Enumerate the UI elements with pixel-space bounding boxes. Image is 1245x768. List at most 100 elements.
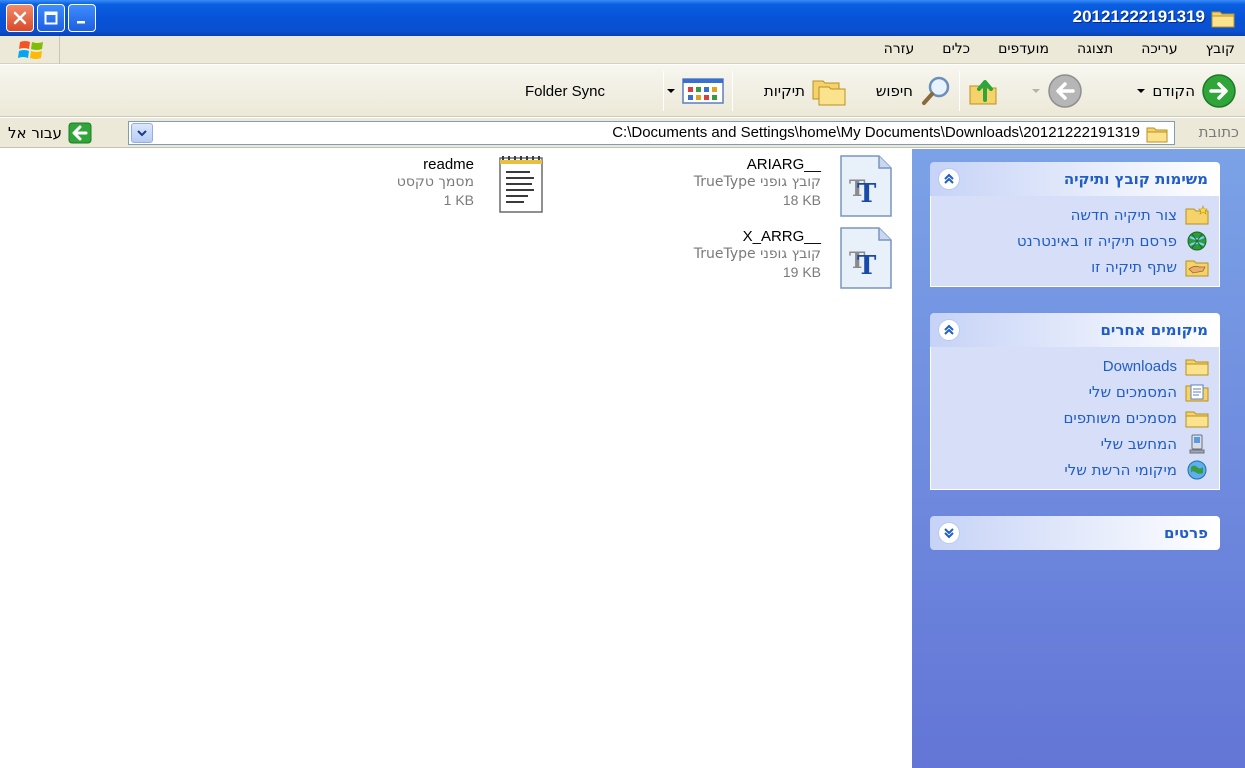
other-places-title: מיקומים אחרים: [1100, 321, 1208, 339]
menu-file[interactable]: קובץ: [1206, 41, 1235, 57]
file-tasks-panel: משימות קובץ ותיקיה צור תיקיה חדשה פרסם ת…: [930, 162, 1220, 287]
task-label: שתף תיקיה זו: [1091, 258, 1177, 276]
task-share-folder[interactable]: שתף תיקיה זו: [931, 254, 1219, 280]
svg-text:T: T: [857, 251, 877, 281]
address-path: C:\Documents and Settings\home\My Docume…: [612, 124, 1140, 141]
place-label: Downloads: [1102, 357, 1177, 375]
double-chevron-down-icon: [944, 528, 954, 539]
truetype-font-icon: T T: [840, 227, 892, 289]
network-places-icon: [1187, 460, 1207, 480]
collapse-button[interactable]: [938, 319, 960, 341]
place-downloads[interactable]: Downloads: [931, 353, 1219, 379]
dropdown-arrow-icon: [667, 89, 675, 93]
place-shared-documents[interactable]: מסמכים משותפים: [931, 405, 1219, 431]
file-size: 18 KB: [782, 192, 821, 208]
forward-button[interactable]: [1031, 71, 1083, 111]
title-bar[interactable]: 20121222191319: [0, 0, 1245, 36]
back-button[interactable]: הקודם: [1136, 71, 1237, 111]
folder-sync-label: Folder Sync: [524, 82, 605, 100]
place-my-documents[interactable]: המסמכים שלי: [931, 379, 1219, 405]
shared-folder-icon: [1185, 411, 1209, 428]
new-folder-icon: [1185, 205, 1209, 225]
go-arrow-icon: [68, 122, 92, 144]
chevron-down-icon: [137, 130, 147, 137]
window-buttons: [6, 4, 96, 32]
truetype-font-icon: T T: [840, 155, 892, 217]
address-input[interactable]: C:\Documents and Settings\home\My Docume…: [128, 121, 1175, 145]
address-dropdown-button[interactable]: [131, 123, 153, 143]
magnifier-icon: [922, 76, 950, 105]
forward-arrow-icon: [1048, 74, 1082, 108]
folders-label: תיקיות: [763, 82, 805, 100]
file-name: ARIARG__: [746, 156, 821, 173]
my-documents-icon: [1185, 384, 1209, 402]
back-arrow-icon: [1202, 74, 1236, 108]
menu-view[interactable]: תצוגה: [1077, 41, 1113, 57]
other-places-body: Downloads המסמכים שלי מסמכים משותפים המח…: [930, 347, 1220, 490]
menu-help[interactable]: עזרה: [884, 41, 915, 57]
place-label: מיקומי הרשת שלי: [1064, 461, 1177, 479]
file-size: 19 KB: [782, 264, 821, 280]
menu-edit[interactable]: עריכה: [1141, 41, 1177, 57]
maximize-icon: [44, 11, 58, 25]
file-tasks-header[interactable]: משימות קובץ ותיקיה: [930, 162, 1220, 196]
other-places-header[interactable]: מיקומים אחרים: [930, 313, 1220, 347]
search-button[interactable]: חיפוש: [876, 71, 953, 111]
task-label: צור תיקיה חדשה: [1070, 206, 1177, 224]
back-label: הקודם: [1152, 82, 1195, 100]
close-icon: [13, 11, 27, 25]
up-button[interactable]: [967, 71, 1001, 111]
minimize-button[interactable]: [68, 4, 96, 32]
publish-web-icon: [1187, 231, 1207, 251]
dropdown-arrow-icon: [1032, 89, 1040, 93]
go-button[interactable]: עבור אל: [8, 122, 92, 144]
file-type: TrueType קובץ גופני: [693, 246, 821, 262]
file-type: TrueType קובץ גופני: [693, 174, 821, 190]
maximize-button[interactable]: [37, 4, 65, 32]
toolbar: הקודם חיפוש תיקיות Folder Sync: [0, 65, 1245, 117]
task-new-folder[interactable]: צור תיקיה חדשה: [931, 202, 1219, 228]
task-pane: משימות קובץ ותיקיה צור תיקיה חדשה פרסם ת…: [912, 149, 1245, 768]
file-type: מסמך טקסט: [396, 174, 474, 190]
menu-favorites[interactable]: מועדפים: [998, 41, 1049, 57]
task-label: פרסם תיקיה זו באינטרנט: [1016, 232, 1177, 250]
file-size: 1 KB: [443, 192, 474, 208]
menu-tools[interactable]: כלים: [942, 41, 970, 57]
double-chevron-up-icon: [944, 173, 954, 184]
my-computer-icon: [1189, 434, 1205, 454]
collapse-button[interactable]: [938, 168, 960, 190]
minimize-icon: [77, 21, 85, 24]
place-my-computer[interactable]: המחשב שלי: [931, 431, 1219, 457]
close-button[interactable]: [6, 4, 34, 32]
folder-sync-button[interactable]: Folder Sync: [525, 71, 605, 111]
go-label: עבור אל: [8, 124, 62, 142]
folder-icon: [1211, 11, 1235, 28]
folder-icon: [1185, 359, 1209, 376]
folder-icon: [1146, 127, 1168, 143]
folders-icon: [812, 80, 846, 106]
file-item-x-arrg[interactable]: T T X_ARRG__ TrueType קובץ גופני 19 KB: [647, 226, 897, 292]
file-name: X_ARRG__: [742, 228, 821, 245]
menu-bar: קובץ עריכה תצוגה מועדפים כלים עזרה: [0, 36, 1245, 64]
views-button[interactable]: [666, 71, 724, 111]
place-label: המסמכים שלי: [1088, 383, 1177, 401]
file-item-readme[interactable]: readme מסמך טקסט 1 KB: [300, 154, 550, 220]
windows-logo: [4, 36, 60, 64]
text-document-icon: [499, 156, 543, 213]
svg-text:T: T: [857, 179, 877, 209]
details-header[interactable]: פרטים: [930, 516, 1220, 550]
details-title: פרטים: [1164, 524, 1208, 542]
place-label: המחשב שלי: [1100, 435, 1177, 453]
file-tasks-body: צור תיקיה חדשה פרסם תיקיה זו באינטרנט שת…: [930, 196, 1220, 287]
window-title: 20121222191319: [1072, 7, 1205, 26]
folders-button[interactable]: תיקיות: [764, 71, 847, 111]
place-network-places[interactable]: מיקומי הרשת שלי: [931, 457, 1219, 483]
file-item-ariarg[interactable]: T T ARIARG__ TrueType קובץ גופני 18 KB: [647, 154, 897, 220]
other-places-panel: מיקומים אחרים Downloads המסמכים שלי מסמכ…: [930, 313, 1220, 490]
expand-button[interactable]: [938, 522, 960, 544]
file-tasks-title: משימות קובץ ותיקיה: [1063, 170, 1208, 188]
folder-up-icon: [969, 80, 997, 105]
task-publish-web[interactable]: פרסם תיקיה זו באינטרנט: [931, 228, 1219, 254]
address-bar: כתובת C:\Documents and Settings\home\My …: [0, 118, 1245, 148]
double-chevron-up-icon: [944, 324, 954, 335]
